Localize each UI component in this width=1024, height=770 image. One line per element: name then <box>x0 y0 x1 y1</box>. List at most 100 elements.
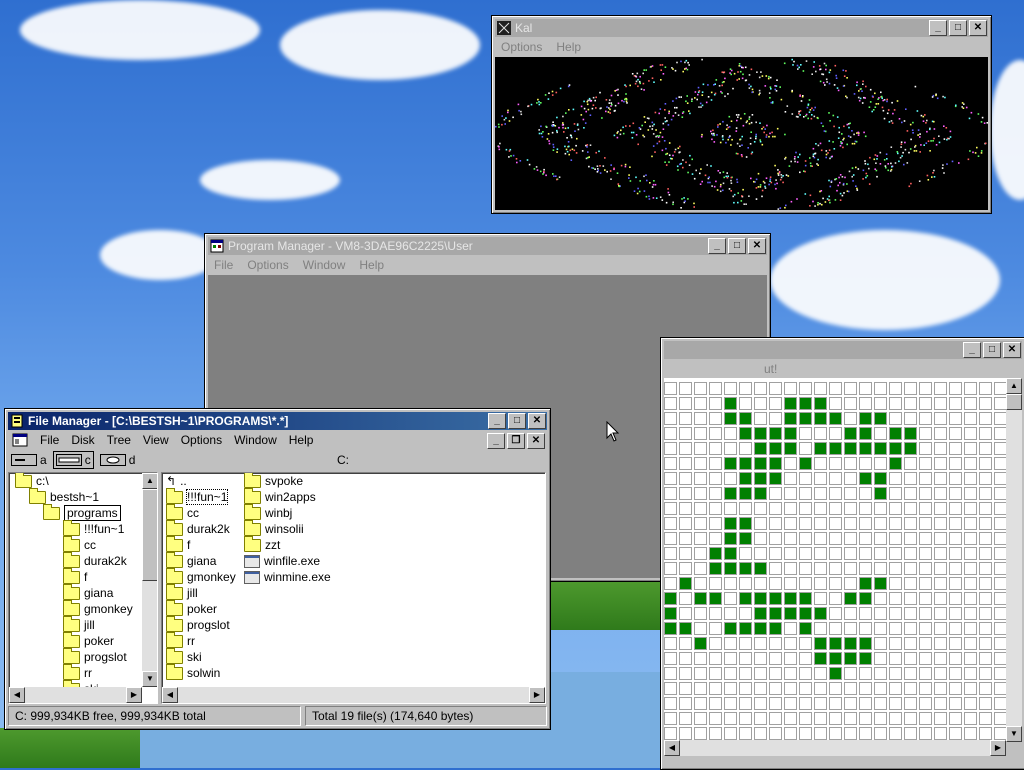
directory-tree-pane[interactable]: c:\ bestsh~1 programs !!!fun~1 cc durak2k f gia… <box>8 472 158 704</box>
file-item[interactable]: gmonkey <box>166 568 244 585</box>
life-cell[interactable] <box>739 412 752 425</box>
life-cell[interactable] <box>949 502 962 515</box>
life-cell[interactable] <box>904 547 917 560</box>
maximize-button[interactable]: □ <box>728 238 746 254</box>
life-cell[interactable] <box>829 427 842 440</box>
life-cell[interactable] <box>784 652 797 665</box>
life-cell[interactable] <box>784 622 797 635</box>
life-cell[interactable] <box>994 607 1006 620</box>
life-cell[interactable] <box>859 607 872 620</box>
life-cell[interactable] <box>724 457 737 470</box>
life-cell[interactable] <box>949 652 962 665</box>
life-cell[interactable] <box>664 532 677 545</box>
life-cell[interactable] <box>784 517 797 530</box>
life-cell[interactable] <box>694 517 707 530</box>
life-cell[interactable] <box>904 427 917 440</box>
menu-window[interactable]: Window <box>234 431 277 449</box>
life-cell[interactable] <box>769 667 782 680</box>
life-cell[interactable] <box>904 472 917 485</box>
life-cell[interactable] <box>889 487 902 500</box>
life-cell[interactable] <box>919 547 932 560</box>
life-cell[interactable] <box>799 697 812 710</box>
life-cell[interactable] <box>769 517 782 530</box>
life-cell[interactable] <box>889 577 902 590</box>
life-cell[interactable] <box>934 697 947 710</box>
life-cell[interactable] <box>859 442 872 455</box>
kal-window[interactable]: Kal _ □ ✕ Options Help <box>491 15 992 214</box>
life-cell[interactable] <box>979 607 992 620</box>
life-cell[interactable] <box>979 412 992 425</box>
life-cell[interactable] <box>679 472 692 485</box>
life-cell[interactable] <box>709 487 722 500</box>
life-cell[interactable] <box>949 517 962 530</box>
life-cell[interactable] <box>844 457 857 470</box>
life-cell[interactable] <box>664 727 677 740</box>
file-item[interactable]: winsolii <box>244 520 354 537</box>
life-cell[interactable] <box>919 397 932 410</box>
life-cell[interactable] <box>844 682 857 695</box>
life-cell[interactable] <box>979 622 992 635</box>
life-cell[interactable] <box>934 427 947 440</box>
life-cell[interactable] <box>814 712 827 725</box>
life-cell[interactable] <box>754 487 767 500</box>
life-cell[interactable] <box>964 397 977 410</box>
life-cell[interactable] <box>994 457 1006 470</box>
life-cell[interactable] <box>934 667 947 680</box>
life-cell[interactable] <box>964 577 977 590</box>
life-cell[interactable] <box>769 382 782 395</box>
tree-item[interactable]: progslot <box>11 648 141 665</box>
life-cell[interactable] <box>694 412 707 425</box>
life-cell[interactable] <box>949 577 962 590</box>
life-cell[interactable] <box>829 562 842 575</box>
menu-about[interactable]: ut! <box>764 360 777 378</box>
life-cell[interactable] <box>874 577 887 590</box>
life-cell[interactable] <box>844 727 857 740</box>
life-cell[interactable] <box>949 712 962 725</box>
file-item[interactable]: progslot <box>166 616 244 633</box>
scroll-down-button[interactable]: ▼ <box>1006 726 1022 742</box>
life-cell[interactable] <box>709 442 722 455</box>
life-cell[interactable] <box>799 397 812 410</box>
life-cell[interactable] <box>814 577 827 590</box>
tree-horizontal-scrollbar[interactable]: ◀ ▶ <box>9 687 142 703</box>
minimize-button[interactable]: _ <box>963 342 981 358</box>
life-cell[interactable] <box>979 682 992 695</box>
life-cell[interactable] <box>739 727 752 740</box>
life-cell[interactable] <box>739 532 752 545</box>
life-cell[interactable] <box>754 442 767 455</box>
life-cell[interactable] <box>829 727 842 740</box>
life-cell[interactable] <box>679 607 692 620</box>
life-cell[interactable] <box>874 457 887 470</box>
life-cell[interactable] <box>664 502 677 515</box>
life-cell[interactable] <box>709 682 722 695</box>
life-cell[interactable] <box>889 697 902 710</box>
life-cell[interactable] <box>694 457 707 470</box>
life-cell[interactable] <box>829 382 842 395</box>
life-cell[interactable] <box>874 652 887 665</box>
life-cell[interactable] <box>679 622 692 635</box>
life-cell[interactable] <box>769 547 782 560</box>
life-cell[interactable] <box>724 562 737 575</box>
life-cell[interactable] <box>754 382 767 395</box>
life-cell[interactable] <box>769 607 782 620</box>
file-item[interactable]: ↰.. <box>166 473 244 489</box>
life-cell[interactable] <box>964 532 977 545</box>
life-cell[interactable] <box>754 502 767 515</box>
life-cell[interactable] <box>739 517 752 530</box>
life-cell[interactable] <box>769 577 782 590</box>
life-cell[interactable] <box>694 442 707 455</box>
life-cell[interactable] <box>769 427 782 440</box>
life-cell[interactable] <box>919 562 932 575</box>
life-cell[interactable] <box>964 697 977 710</box>
life-cell[interactable] <box>709 457 722 470</box>
life-cell[interactable] <box>709 517 722 530</box>
life-cell[interactable] <box>799 517 812 530</box>
life-cell[interactable] <box>784 712 797 725</box>
life-cell[interactable] <box>919 457 932 470</box>
life-cell[interactable] <box>919 697 932 710</box>
life-cell[interactable] <box>694 382 707 395</box>
life-cell[interactable] <box>994 547 1006 560</box>
life-cell[interactable] <box>694 577 707 590</box>
life-cell[interactable] <box>679 697 692 710</box>
life-cell[interactable] <box>739 697 752 710</box>
